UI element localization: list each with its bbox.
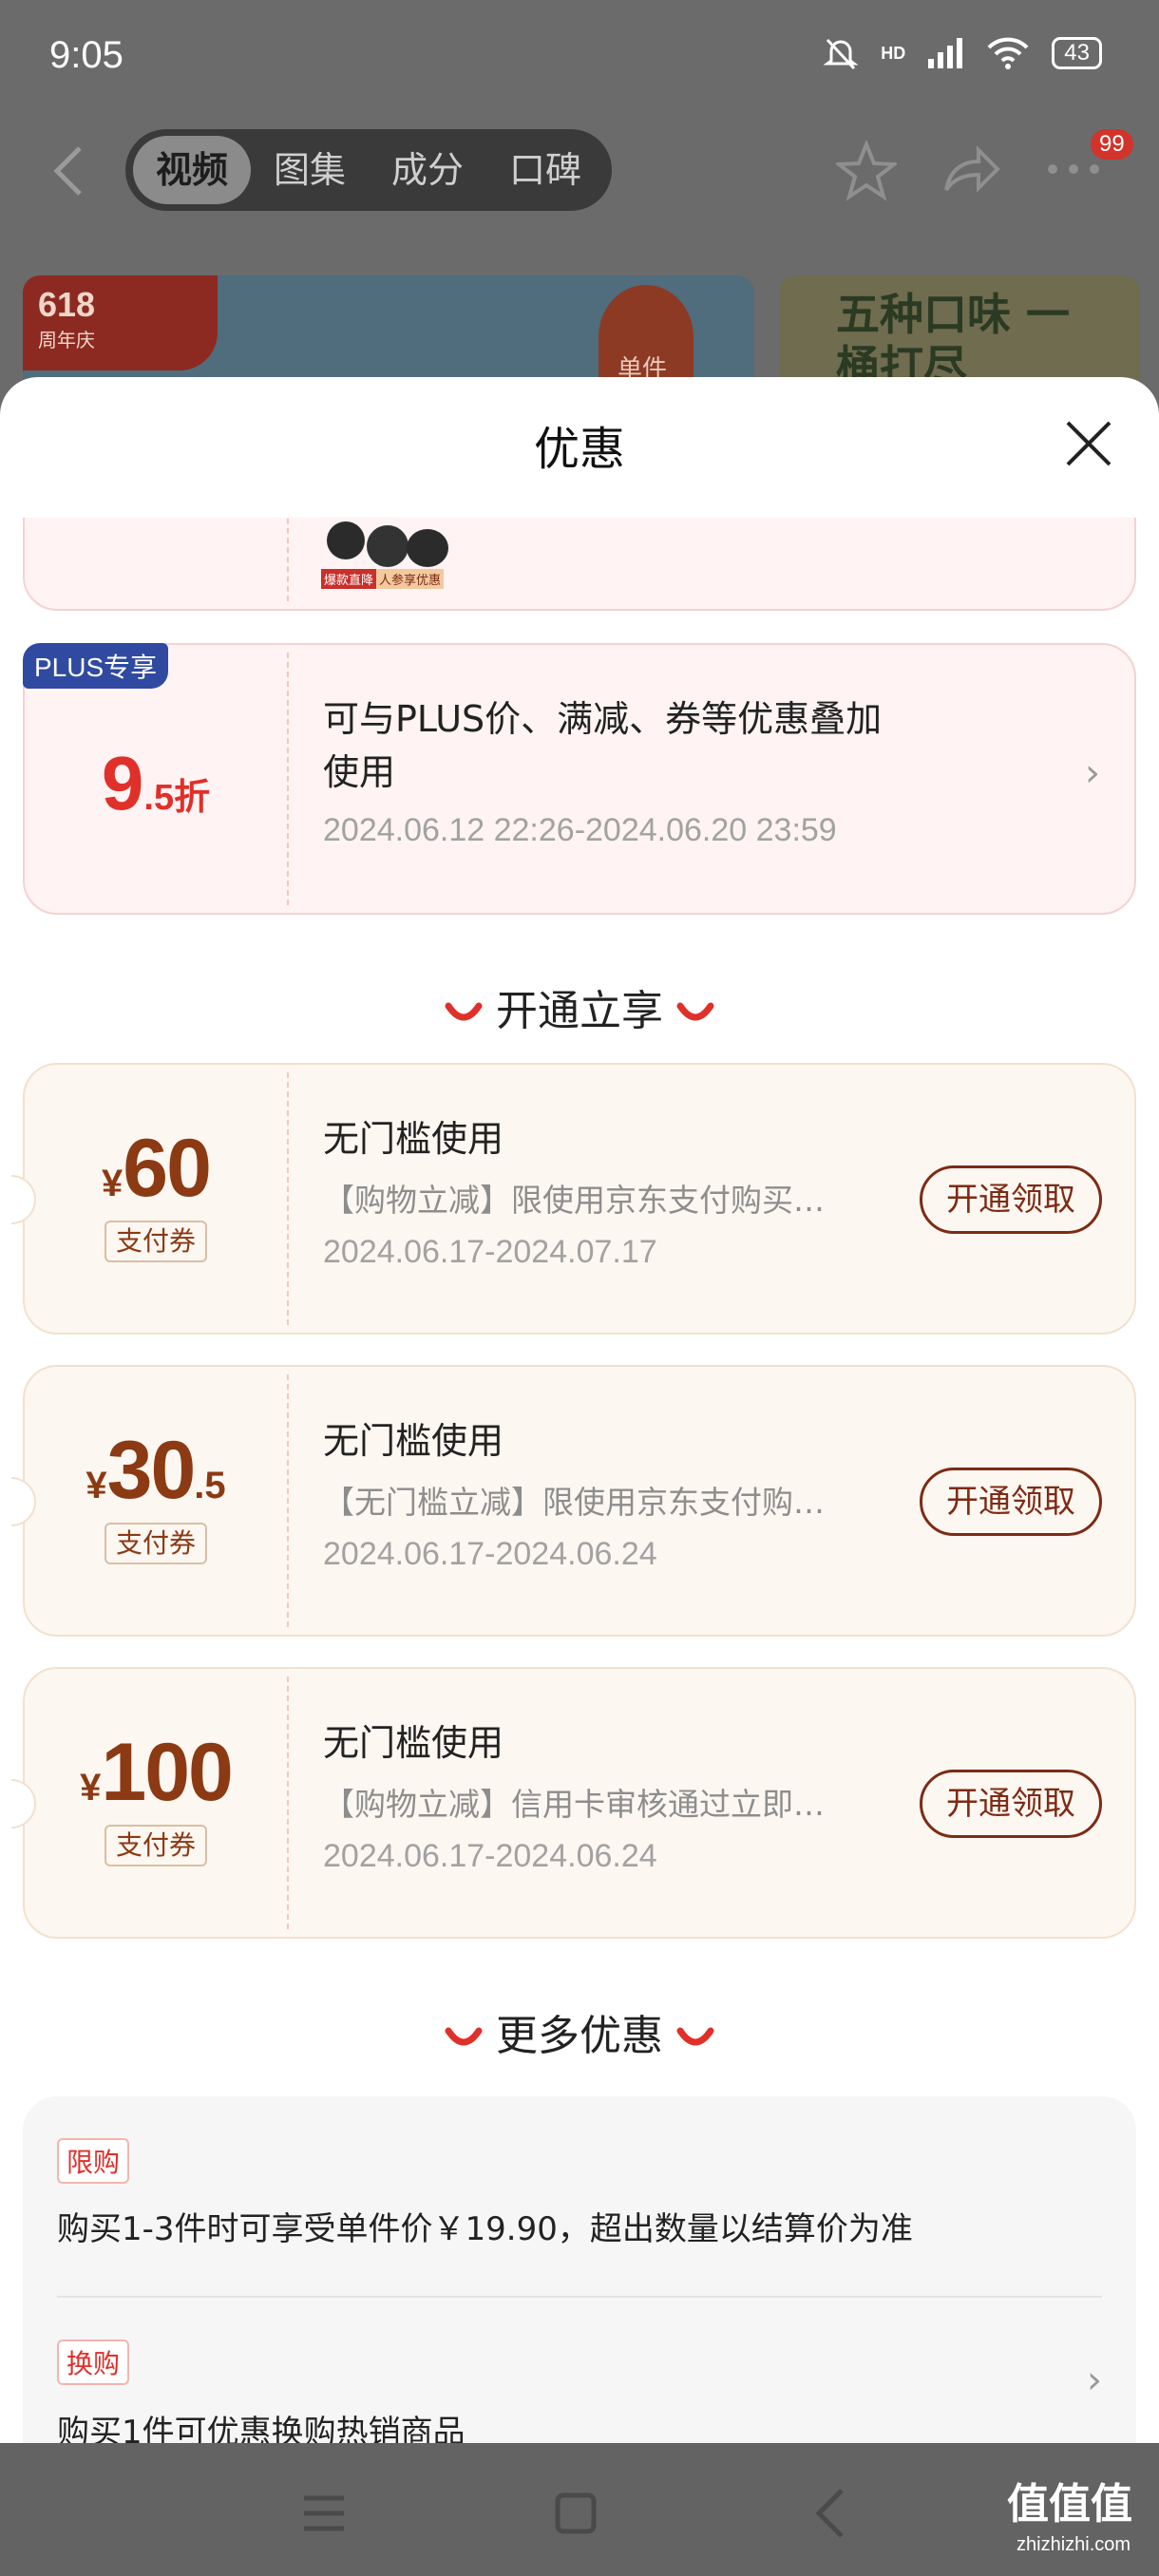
coupon-date: 2024.06.17-2024.07.17 xyxy=(323,1234,657,1270)
coupon-desc: 【购物立减】信用卡审核通过立即… xyxy=(323,1786,825,1823)
plus-card-title-line1: 可与PLUS价、满减、券等优惠叠加 xyxy=(323,698,883,740)
status-bar: 9:05 HD 43 xyxy=(0,0,1159,114)
notification-badge: 99 xyxy=(1091,129,1133,160)
plus-card-title-line2: 使用 xyxy=(323,751,396,793)
system-nav-bar xyxy=(0,2443,1159,2576)
limit-purchase-text: 购买1-3件时可享受单件价￥19.90，超出数量以结算价为准 xyxy=(57,2210,913,2248)
mute-bell-icon xyxy=(823,38,859,70)
smile-decoration-icon xyxy=(676,2027,714,2046)
more-offers-card: 限购 购买1-3件时可享受单件价￥19.90，超出数量以结算价为准 换购 购买1… xyxy=(23,2096,1136,2443)
activate-claim-button[interactable]: 开通领取 xyxy=(920,1770,1102,1838)
coupon-desc: 【无门槛立减】限使用京东支付购… xyxy=(323,1484,825,1521)
tab-video[interactable]: 视频 xyxy=(133,136,252,204)
card-divider xyxy=(287,1374,289,1627)
divider xyxy=(57,2296,1102,2298)
plus-discount-card[interactable]: PLUS专享 9.5折 可与PLUS价、满减、券等优惠叠加 使用 2024.06… xyxy=(23,643,1136,915)
currency-symbol: ¥ xyxy=(102,1163,124,1204)
activate-claim-button[interactable]: 开通领取 xyxy=(920,1468,1102,1536)
tab-reviews[interactable]: 口碑 xyxy=(486,136,604,204)
coupon-amount-value: 30 xyxy=(106,1425,197,1516)
coupon-amount: ¥30.5 xyxy=(25,1424,287,1518)
card-divider xyxy=(287,518,289,601)
partial-offer-card[interactable]: 爆款直降 人参享优惠 xyxy=(23,518,1136,611)
discount-major: 9 xyxy=(101,741,144,825)
discount-minor: .5折 xyxy=(143,778,211,818)
payment-coupon-card[interactable]: ¥60 支付券 无门槛使用 【购物立减】限使用京东支付购买… 2024.06.1… xyxy=(11,1063,1136,1335)
plus-exclusive-tag: PLUS专享 xyxy=(23,643,169,689)
back-icon[interactable] xyxy=(813,2487,847,2540)
chevron-right-icon[interactable]: › xyxy=(1085,751,1100,795)
coupon-desc: 【购物立减】限使用京东支付购买… xyxy=(323,1182,825,1219)
partial-card-tag: 人参享优惠 xyxy=(376,569,445,589)
coupon-body: 无门槛使用 【购物立减】限使用京东支付购买… 2024.06.17-2024.0… xyxy=(323,1112,859,1380)
smile-decoration-icon xyxy=(445,1002,483,1021)
coupon-type-tag: 支付券 xyxy=(104,1523,207,1564)
product-thumbnail: 爆款直降 人参享优惠 xyxy=(321,521,464,597)
coupon-amount: ¥100 xyxy=(25,1726,287,1820)
star-icon[interactable] xyxy=(836,141,897,201)
signal-icon xyxy=(928,38,963,68)
anniversary-badge: 618 周年庆 xyxy=(23,275,218,370)
share-icon[interactable] xyxy=(940,141,1001,201)
battery-indicator: 43 xyxy=(1052,37,1102,69)
home-icon[interactable] xyxy=(555,2492,597,2534)
card-divider xyxy=(287,653,289,905)
card-divider xyxy=(287,1676,289,1929)
plus-card-body: 可与PLUS价、满减、券等优惠叠加 使用 2024.06.12 22:26-20… xyxy=(323,692,1096,960)
trade-in-tag: 换购 xyxy=(57,2339,130,2385)
currency-symbol: ¥ xyxy=(80,1767,102,1809)
coupon-body: 无门槛使用 【购物立减】信用卡审核通过立即… 2024.06.17-2024.0… xyxy=(323,1716,859,1984)
coupon-date: 2024.06.17-2024.06.24 xyxy=(323,1838,657,1874)
coupon-body: 无门槛使用 【无门槛立减】限使用京东支付购… 2024.06.17-2024.0… xyxy=(323,1414,859,1682)
section-more-title: 更多优惠 xyxy=(496,2012,663,2060)
menu-icon[interactable] xyxy=(302,2494,346,2532)
payment-coupon-card[interactable]: ¥30.5 支付券 无门槛使用 【无门槛立减】限使用京东支付购… 2024.06… xyxy=(11,1365,1136,1637)
partial-card-tag: 爆款直降 xyxy=(321,569,377,589)
wifi-icon xyxy=(987,37,1029,69)
coupon-amount-value: 60 xyxy=(123,1123,212,1214)
back-arrow-icon[interactable] xyxy=(48,142,89,199)
offers-sheet: 优惠 爆款直降 人参享优惠 PLUS专享 9.5折 可与PLUS价、满减、券等优… xyxy=(0,377,1159,2443)
payment-coupon-card[interactable]: ¥100 支付券 无门槛使用 【购物立减】信用卡审核通过立即… 2024.06.… xyxy=(11,1667,1136,1939)
coupon-type-tag: 支付券 xyxy=(104,1221,207,1262)
coupon-title: 无门槛使用 xyxy=(323,1722,504,1764)
status-icons: HD 43 xyxy=(822,34,1102,72)
coupon-amount-decimal: .5 xyxy=(194,1465,226,1506)
coupon-title: 无门槛使用 xyxy=(323,1118,504,1160)
section-open-header: 开通立享 xyxy=(0,976,1159,1037)
close-icon[interactable] xyxy=(1060,415,1117,472)
anniversary-badge-number: 618 xyxy=(38,285,96,324)
media-tabs: 视频 图集 成分 口碑 xyxy=(125,129,613,211)
offers-list[interactable]: 爆款直降 人参享优惠 PLUS专享 9.5折 可与PLUS价、满减、券等优惠叠加… xyxy=(0,518,1159,2443)
watermark-logo: 值值值 xyxy=(1007,2480,1132,2529)
smile-decoration-icon xyxy=(445,2027,483,2046)
watermark-url: zhizhizhi.com xyxy=(1016,2534,1131,2555)
tab-ingredients[interactable]: 成分 xyxy=(369,136,486,204)
section-more-header: 更多优惠 xyxy=(0,2001,1159,2062)
tab-gallery[interactable]: 图集 xyxy=(251,136,369,204)
anniversary-badge-label: 周年庆 xyxy=(38,330,95,351)
discount-value: 9.5折 xyxy=(25,740,287,827)
coupon-title: 无门槛使用 xyxy=(323,1420,504,1462)
currency-symbol: ¥ xyxy=(86,1465,107,1506)
coupon-date: 2024.06.17-2024.06.24 xyxy=(323,1536,657,1572)
chevron-right-icon[interactable]: › xyxy=(1087,2358,1102,2402)
plus-card-date: 2024.06.12 22:26-2024.06.20 23:59 xyxy=(323,812,837,848)
status-time: 9:05 xyxy=(49,34,124,76)
trade-in-text[interactable]: 购买1件可优惠换购热销商品 xyxy=(57,2406,466,2443)
more-options-icon[interactable] xyxy=(1045,161,1102,177)
coupon-amount-value: 100 xyxy=(101,1727,233,1818)
section-open-title: 开通立享 xyxy=(496,987,663,1035)
limit-purchase-tag: 限购 xyxy=(57,2138,130,2184)
smile-decoration-icon xyxy=(676,1002,714,1021)
network-type: HD xyxy=(881,43,906,63)
coupon-type-tag: 支付券 xyxy=(104,1825,207,1866)
sheet-title: 优惠 xyxy=(533,423,625,476)
activate-claim-button[interactable]: 开通领取 xyxy=(920,1165,1102,1234)
card-divider xyxy=(287,1072,289,1325)
coupon-amount: ¥60 xyxy=(25,1122,287,1216)
